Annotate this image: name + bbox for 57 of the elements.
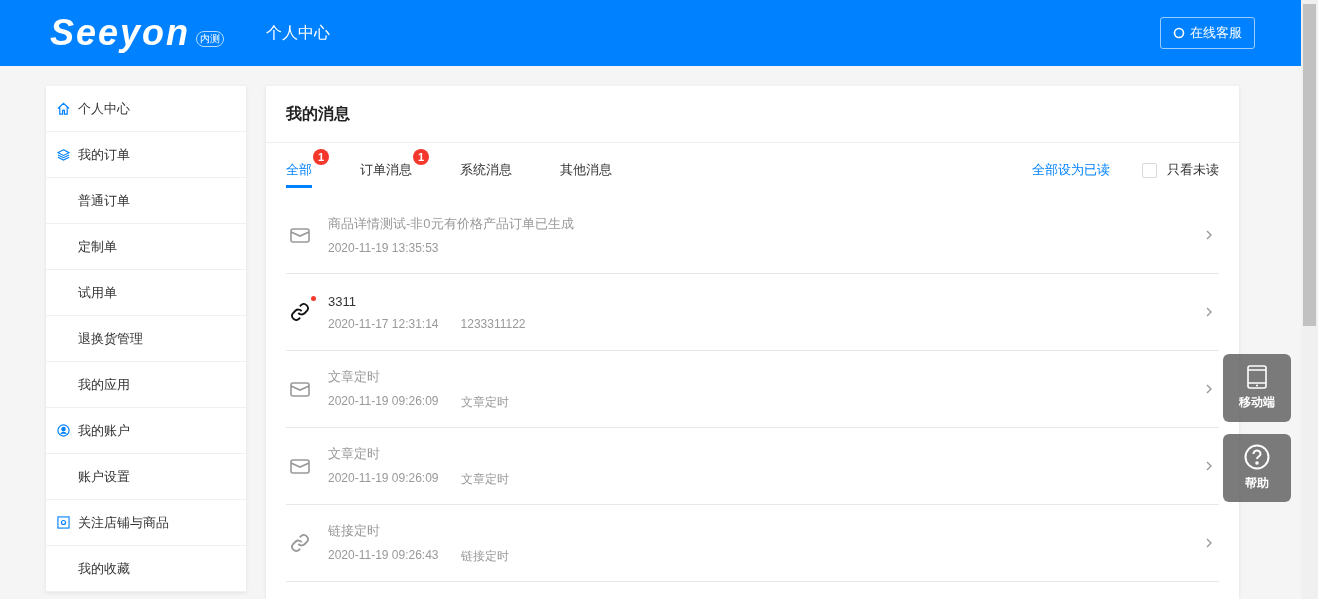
sidebar-item[interactable]: 我的账户 — [46, 408, 246, 454]
tab[interactable]: 其他消息 — [560, 155, 612, 188]
help-icon — [1244, 444, 1270, 470]
logo: Seeyon — [50, 13, 191, 53]
message-time: 2020-11-17 12:31:14 — [328, 316, 439, 331]
message-detail: 文章定时 — [460, 470, 509, 488]
layers-icon — [57, 148, 70, 161]
message-time: 2020-11-19 13:35:53 — [328, 241, 439, 255]
message-title: 商品详情测试-非0元有价格产品订单已生成 — [328, 215, 575, 233]
mark-all-read-link[interactable]: 全部设为已读 — [1032, 161, 1110, 179]
message-title: 3311 — [328, 293, 357, 309]
tablet-icon — [1247, 365, 1267, 389]
link-icon — [290, 533, 310, 553]
checkbox-label: 只看未读 — [1167, 161, 1219, 179]
envelope-icon — [290, 381, 310, 397]
online-service-button[interactable]: 在线客服 — [1160, 17, 1255, 49]
link-icon — [290, 302, 310, 322]
mobile-button[interactable]: 移动端 — [1223, 354, 1291, 422]
scrollbar-thumb[interactable] — [1303, 4, 1316, 326]
message-row[interactable]: 3311 2020-11-17 12:31:14 1233311122 — [286, 274, 1219, 351]
chevron-right-icon — [1205, 307, 1213, 317]
sidebar-item[interactable]: 我的收藏 — [46, 546, 246, 592]
sidebar-item[interactable]: 我的应用 — [46, 362, 246, 408]
sidebar-item[interactable]: 退换货管理 — [46, 316, 246, 362]
message-title: 文章定时 — [328, 444, 381, 463]
store-icon — [57, 516, 70, 529]
scrollbar[interactable] — [1301, 0, 1318, 599]
message-title: 链接定时 — [328, 521, 381, 540]
panel-title: 我的消息 — [266, 86, 1239, 143]
checkbox[interactable] — [1142, 162, 1157, 178]
home-icon — [57, 102, 70, 115]
message-time: 2020-11-19 09:26:09 — [328, 470, 439, 487]
sidebar-item[interactable]: 定制单 — [46, 224, 246, 270]
count-badge: 1 — [413, 149, 429, 165]
envelope-icon — [290, 227, 310, 243]
chevron-right-icon — [1205, 538, 1213, 548]
help-button[interactable]: 帮助 — [1223, 434, 1291, 502]
message-time: 2020-11-19 09:26:09 — [328, 393, 439, 410]
message-title: 文章定时 — [328, 367, 381, 386]
message-detail: 文章定时 — [460, 393, 509, 411]
sidebar-item[interactable]: 普通订单 — [46, 178, 246, 224]
chevron-right-icon — [1205, 230, 1213, 240]
message-detail: 1233311122 — [460, 316, 526, 331]
count-badge: 1 — [313, 149, 329, 165]
message-time: 2020-11-19 09:26:43 — [328, 547, 439, 564]
sidebar-item[interactable]: 关注店铺与商品 — [46, 500, 246, 546]
tab[interactable]: 系统消息 — [460, 155, 512, 188]
sidebar-item[interactable]: 账户设置 — [46, 454, 246, 500]
page-title: 个人中心 — [266, 22, 330, 43]
message-detail: 链接定时 — [460, 547, 509, 565]
envelope-icon — [290, 458, 310, 474]
sidebar-item[interactable]: 试用单 — [46, 270, 246, 316]
sidebar-item[interactable]: 个人中心 — [46, 86, 246, 132]
chevron-right-icon — [1205, 384, 1213, 394]
user-icon — [57, 424, 70, 437]
sidebar-item[interactable]: 我的订单 — [46, 132, 246, 178]
chevron-right-icon — [1205, 461, 1213, 471]
